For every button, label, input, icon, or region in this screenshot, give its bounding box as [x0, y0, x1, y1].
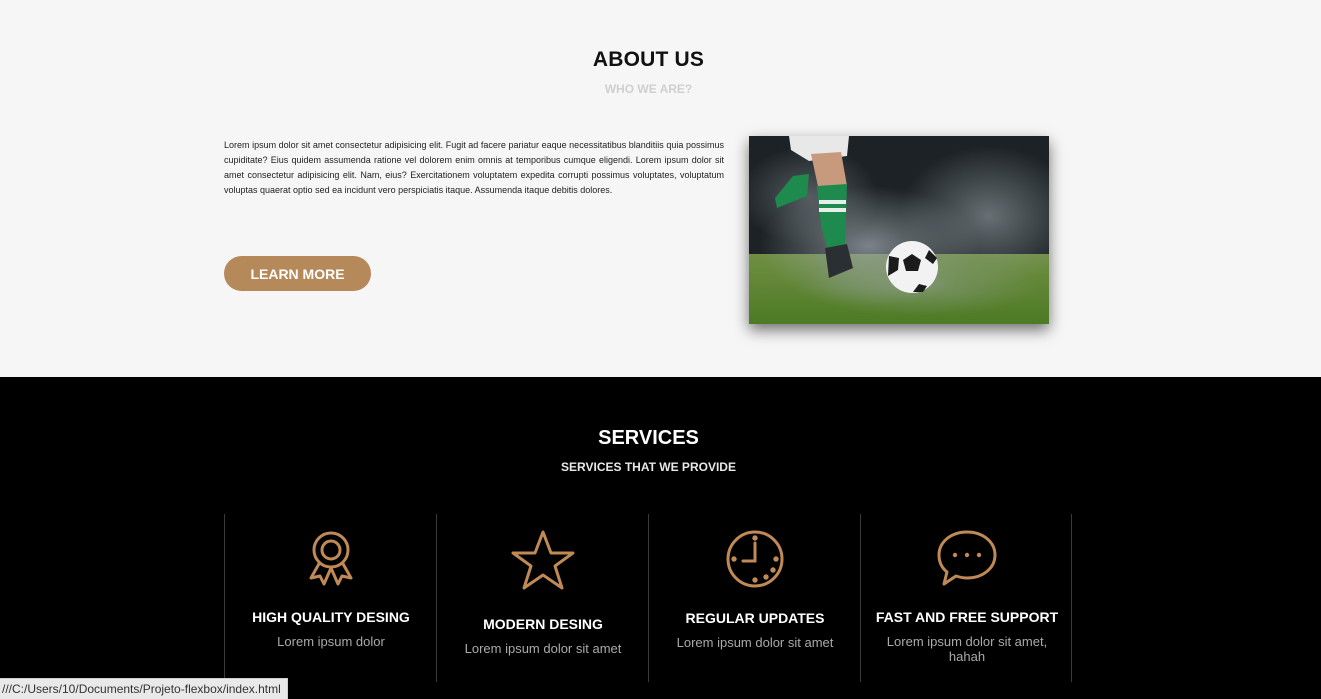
- clock-icon: [649, 529, 861, 589]
- service-text: Lorem ipsum dolor sit amet: [676, 635, 834, 650]
- soccer-player-photo: [749, 136, 1049, 324]
- service-card: MODERN DESING Lorem ipsum dolor sit amet: [436, 514, 648, 682]
- service-title: HIGH QUALITY DESING: [252, 609, 410, 625]
- learn-more-button[interactable]: LEARN MORE: [224, 256, 371, 291]
- services-list: HIGH QUALITY DESING Lorem ipsum dolor MO…: [224, 514, 1074, 682]
- browser-status-bar: ///C:/Users/10/Documents/Projeto-flexbox…: [0, 678, 288, 699]
- about-section: ABOUT US WHO WE ARE? Lorem ipsum dolor s…: [0, 0, 1321, 377]
- service-text: Lorem ipsum dolor: [277, 634, 385, 649]
- service-card: FAST AND FREE SUPPORT Lorem ipsum dolor …: [860, 514, 1072, 682]
- star-icon: [437, 528, 649, 594]
- about-title: ABOUT US: [592, 48, 705, 71]
- service-text: Lorem ipsum dolor sit amet, hahah: [886, 634, 1048, 664]
- service-title: REGULAR UPDATES: [685, 610, 825, 626]
- service-card: REGULAR UPDATES Lorem ipsum dolor sit am…: [648, 514, 860, 682]
- services-subtitle: SERVICES THAT WE PROVIDE: [561, 460, 736, 474]
- service-text: Lorem ipsum dolor sit amet: [464, 641, 622, 656]
- about-paragraph: Lorem ipsum dolor sit amet consectetur a…: [224, 140, 724, 195]
- award-icon: [225, 528, 437, 588]
- chat-bubble-icon: [861, 528, 1073, 588]
- service-card: HIGH QUALITY DESING Lorem ipsum dolor: [224, 514, 436, 682]
- service-title: MODERN DESING: [483, 616, 603, 632]
- about-subtitle: WHO WE ARE?: [604, 82, 693, 96]
- services-title: SERVICES: [598, 427, 699, 449]
- service-title: FAST AND FREE SUPPORT: [875, 609, 1059, 625]
- services-section: SERVICES SERVICES THAT WE PROVIDE HIGH Q…: [0, 377, 1321, 699]
